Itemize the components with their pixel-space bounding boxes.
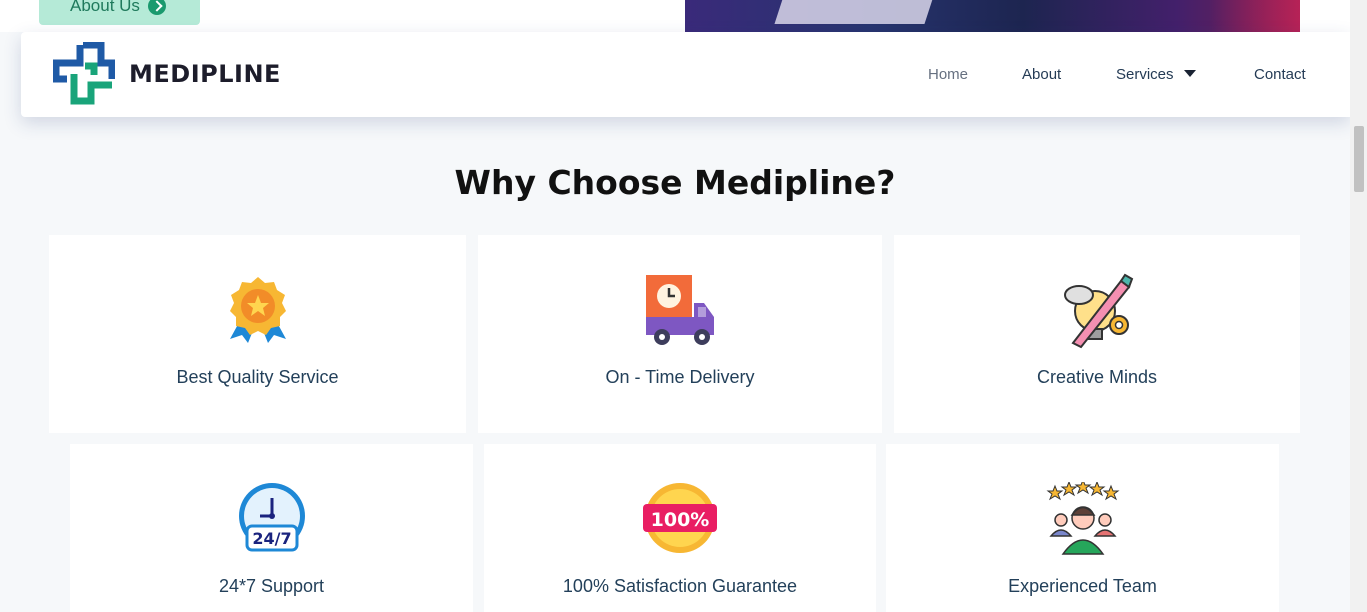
feature-label: Experienced Team bbox=[1008, 576, 1157, 596]
scrollbar-thumb[interactable] bbox=[1354, 126, 1364, 192]
arrow-right-icon bbox=[147, 0, 166, 15]
feature-label: Creative Minds bbox=[1036, 367, 1158, 387]
hero-image bbox=[685, 0, 1300, 32]
feature-label: On - Time Delivery bbox=[605, 367, 755, 387]
feature-label: 24*7 Support bbox=[218, 576, 325, 596]
nav-about[interactable]: About bbox=[1022, 66, 1061, 83]
feature-card: Experienced Team bbox=[886, 444, 1279, 612]
about-us-label: About Us bbox=[70, 0, 140, 15]
medal-icon bbox=[229, 277, 286, 343]
feature-label: Best Quality Service bbox=[176, 367, 339, 387]
nav-contact[interactable]: Contact bbox=[1254, 66, 1306, 83]
feature-card: 100% 100% Satisfaction Guarantee bbox=[484, 444, 876, 612]
svg-text:100%: 100% bbox=[651, 509, 710, 531]
nav-services[interactable]: Services bbox=[1116, 66, 1196, 83]
delivery-truck-icon bbox=[646, 275, 714, 345]
svg-text:24/7: 24/7 bbox=[252, 529, 291, 548]
brand-name: MEDIPLINE bbox=[129, 59, 281, 88]
medical-cross-icon bbox=[53, 42, 115, 105]
site-header: MEDIPLINE Home About Services Contact bbox=[21, 32, 1350, 117]
hundred-percent-icon: 100% bbox=[643, 483, 717, 553]
about-us-button[interactable]: About Us bbox=[39, 0, 200, 25]
scrollbar[interactable] bbox=[1350, 0, 1367, 612]
feature-card: 24/7 24*7 Support bbox=[70, 444, 473, 612]
feature-card: Creative Minds bbox=[894, 235, 1300, 433]
feature-card: On - Time Delivery bbox=[478, 235, 882, 433]
clock-24-7-icon: 24/7 bbox=[238, 483, 305, 552]
section-title: Why Choose Medipline? bbox=[454, 163, 896, 202]
creative-bulb-icon bbox=[1064, 273, 1134, 349]
caret-down-icon bbox=[1183, 70, 1196, 77]
logo[interactable]: MEDIPLINE bbox=[53, 42, 281, 105]
team-stars-icon bbox=[1046, 482, 1119, 555]
nav-home[interactable]: Home bbox=[928, 66, 968, 83]
feature-card: Best Quality Service bbox=[49, 235, 466, 433]
nav-services-label: Services bbox=[1116, 66, 1174, 83]
feature-label: 100% Satisfaction Guarantee bbox=[562, 576, 798, 596]
